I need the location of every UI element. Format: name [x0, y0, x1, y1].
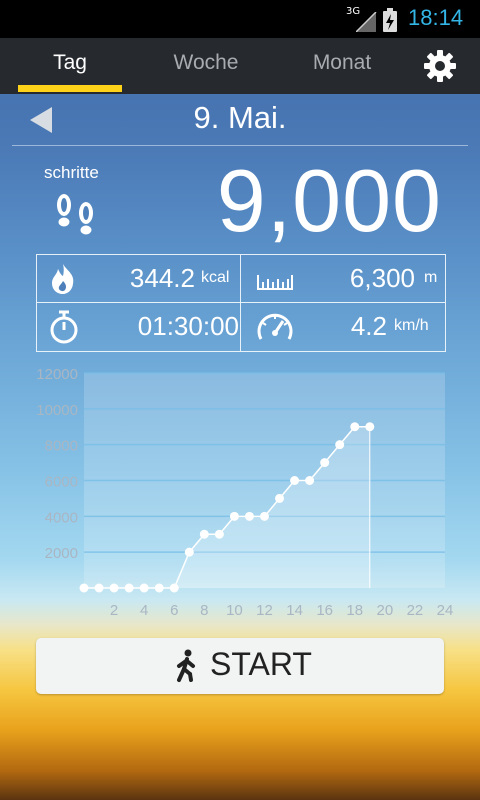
tab-woche[interactable]: Woche [136, 38, 276, 94]
data-point [154, 583, 164, 593]
data-point [305, 476, 315, 485]
speed-value: 4.2 [350, 311, 387, 341]
footprints-icon [57, 194, 93, 235]
data-point [290, 476, 300, 485]
data-point [94, 583, 104, 593]
signal-icon [356, 12, 377, 32]
gear-icon[interactable] [420, 46, 460, 86]
data-point [214, 529, 224, 539]
divider [240, 255, 241, 351]
active-tab-indicator [18, 85, 122, 92]
start-button-label: START [210, 646, 312, 682]
y-tick-label: 2000 [45, 545, 78, 562]
x-tick-label: 16 [316, 602, 333, 619]
tab-label: Monat [312, 51, 372, 74]
distance-value: 6,300 [349, 263, 415, 293]
data-point [365, 422, 375, 432]
data-point [139, 583, 149, 593]
status-bar: 3G 18:14 [0, 0, 480, 38]
distance-unit: m [424, 269, 438, 286]
date-label: 9. Mai. [193, 100, 287, 135]
y-tick-label: 4000 [45, 509, 78, 526]
tab-bar: Tag Woche Monat [0, 38, 480, 94]
data-point [275, 493, 285, 503]
flame-icon [52, 264, 74, 294]
x-tick-label: 2 [110, 602, 118, 619]
x-tick-label: 14 [286, 602, 303, 619]
stopwatch-icon [50, 310, 78, 344]
walking-person-icon [177, 649, 195, 682]
x-tick-label: 8 [200, 602, 208, 619]
y-tick-label: 10000 [36, 402, 78, 419]
data-point [244, 511, 254, 521]
data-point [350, 422, 360, 432]
x-tick-label: 4 [140, 602, 148, 619]
x-tick-label: 22 [407, 602, 424, 619]
data-point [199, 529, 209, 539]
x-tick-label: 12 [256, 602, 273, 619]
data-point [79, 583, 89, 593]
tab-label: Woche [173, 51, 239, 74]
divider [12, 145, 468, 146]
x-tick-label: 20 [376, 602, 393, 619]
duration-value: 01:30:00 [137, 311, 239, 341]
data-point [335, 440, 345, 450]
data-point [109, 583, 119, 593]
x-tick-label: 18 [346, 602, 363, 619]
x-tick-label: 6 [170, 602, 178, 619]
data-point [184, 547, 194, 557]
speed-unit: km/h [394, 317, 429, 334]
start-button[interactable]: START [36, 638, 444, 694]
y-tick-label: 12000 [36, 366, 78, 383]
speedometer-icon [257, 313, 293, 340]
y-tick-label: 6000 [45, 474, 78, 491]
calories-value: 344.2 [129, 263, 195, 293]
battery-charging-icon [383, 8, 397, 32]
data-point [229, 511, 239, 521]
data-point [124, 583, 134, 593]
tab-tag[interactable]: Tag [0, 38, 140, 94]
steps-count: 9,000 [216, 151, 442, 250]
x-tick-label: 10 [226, 602, 243, 619]
data-point [169, 583, 179, 593]
stats-grid: 344.2 kcal 6,300 m 01:30:00 4.2 km/h [36, 254, 446, 352]
ruler-icon [257, 275, 293, 290]
steps-chart: 200040006000800010000120002 4 6 8 10 12 14 16 18… [36, 366, 454, 619]
tab-label: Tag [53, 51, 87, 74]
clock: 18:14 [408, 5, 464, 30]
divider [37, 302, 445, 303]
steps-label: schritte [44, 163, 99, 182]
y-tick-label: 8000 [45, 438, 78, 455]
x-tick-label: 24 [437, 602, 454, 619]
data-point [260, 511, 269, 521]
tab-monat[interactable]: Monat [272, 38, 412, 94]
calories-unit: kcal [201, 269, 230, 286]
data-point [320, 458, 330, 468]
